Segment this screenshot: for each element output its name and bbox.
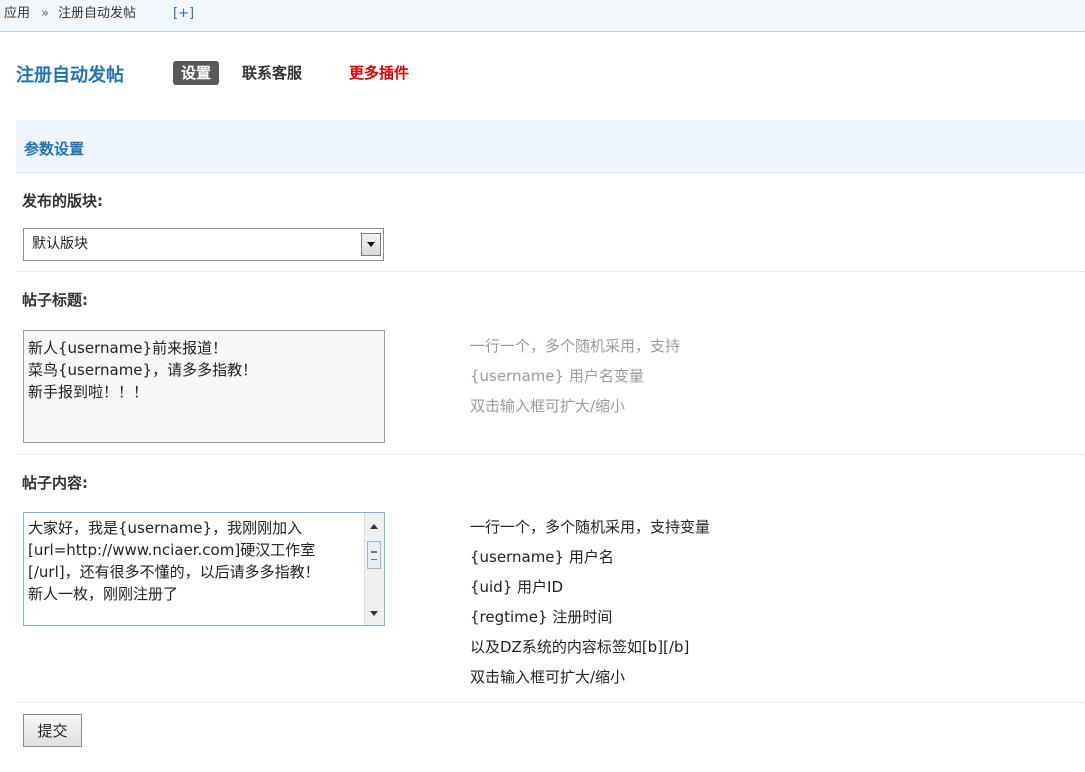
breadcrumb: 应用 » 注册自动发帖 [+]: [0, 0, 1085, 32]
forum-label: 发布的版块:: [22, 192, 103, 210]
add-shortcut-link[interactable]: [+]: [173, 0, 194, 28]
hint-line: 以及DZ系统的内容标签如[b][/b]: [470, 638, 690, 656]
post-content-hint: 一行一个，多个随机采用，支持变量 {username} 用户名 {uid} 用户…: [470, 512, 710, 692]
chevron-down-icon[interactable]: [361, 233, 381, 256]
divider: [16, 454, 1085, 455]
scroll-down-icon[interactable]: [370, 611, 378, 616]
submit-button[interactable]: 提交: [23, 714, 82, 747]
post-content-label: 帖子内容:: [22, 474, 88, 492]
scroll-up-icon[interactable]: [370, 524, 378, 529]
hint-line: 一行一个，多个随机采用，支持: [470, 337, 681, 355]
post-title-textarea[interactable]: 新人{username}前来报道！ 菜鸟{username}，请多多指教！ 新手…: [23, 330, 385, 443]
section-header: 参数设置: [16, 120, 1085, 173]
hint-line: 一行一个，多个随机采用，支持变量: [470, 518, 711, 536]
breadcrumb-separator: »: [41, 6, 49, 21]
divider: [16, 271, 1085, 272]
hint-line: 双击输入框可扩大/缩小: [470, 397, 626, 415]
breadcrumb-current-page: 注册自动发帖: [58, 6, 137, 21]
post-content-textarea[interactable]: 大家好，我是{username}，我刚刚加入[url=http://www.nc…: [23, 512, 385, 626]
post-title-label: 帖子标题:: [22, 291, 88, 309]
tab-contact-support[interactable]: 联系客服: [242, 61, 302, 85]
hint-line: {username} 用户名变量: [470, 367, 644, 385]
tab-more-plugins[interactable]: 更多插件: [349, 61, 409, 85]
plugin-title: 注册自动发帖: [16, 65, 124, 86]
hint-line: 双击输入框可扩大/缩小: [470, 668, 626, 686]
hint-line: {uid} 用户ID: [470, 578, 564, 596]
forum-select-value: 默认版块: [32, 236, 88, 252]
post-content-text[interactable]: 大家好，我是{username}，我刚刚加入[url=http://www.nc…: [28, 517, 358, 605]
section-title: 参数设置: [24, 140, 85, 158]
breadcrumb-app-link[interactable]: 应用: [4, 0, 30, 28]
post-title-hint: 一行一个，多个随机采用，支持 {username} 用户名变量 双击输入框可扩大…: [470, 331, 680, 421]
hint-line: {regtime} 注册时间: [470, 608, 613, 626]
divider: [16, 702, 1085, 703]
hint-line: {username} 用户名: [470, 548, 614, 566]
scroll-thumb[interactable]: [367, 541, 381, 569]
tab-settings[interactable]: 设置: [173, 61, 220, 85]
scrollbar[interactable]: [364, 513, 384, 625]
forum-select[interactable]: 默认版块: [23, 228, 384, 261]
